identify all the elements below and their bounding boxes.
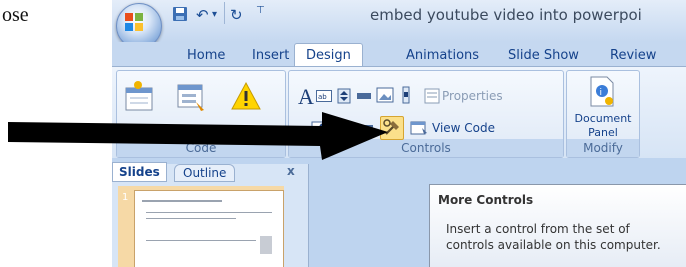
spin-button-icon[interactable] bbox=[336, 88, 352, 104]
tab-review[interactable]: Review bbox=[610, 48, 656, 63]
thumb-text-line bbox=[146, 212, 272, 213]
undo-dropdown-icon[interactable]: ▾ bbox=[212, 9, 217, 20]
save-icon[interactable] bbox=[172, 6, 188, 22]
tab-home[interactable]: Home bbox=[187, 48, 225, 63]
command-button-icon[interactable] bbox=[356, 88, 372, 104]
slide-number: 1 bbox=[122, 192, 129, 203]
window-title: embed youtube video into powerpoi bbox=[370, 6, 642, 24]
properties-icon[interactable] bbox=[424, 88, 440, 104]
undo-icon[interactable]: ↶ bbox=[196, 6, 209, 24]
document-text-fragment: ose bbox=[2, 4, 29, 26]
image-control-icon[interactable] bbox=[376, 86, 394, 104]
thumb-text-line bbox=[142, 200, 222, 202]
repeat-icon[interactable]: ↻ bbox=[230, 6, 243, 24]
properties-label[interactable]: Properties bbox=[442, 89, 503, 103]
tooltip-title: More Controls bbox=[438, 193, 534, 207]
document-panel-label-2[interactable]: Panel bbox=[572, 126, 634, 139]
document-panel-icon[interactable]: i bbox=[588, 76, 616, 108]
document-panel-label-1[interactable]: Document bbox=[572, 112, 634, 125]
tab-insert[interactable]: Insert bbox=[252, 48, 289, 63]
customize-toolbar-icon[interactable]: ⊤ bbox=[256, 5, 265, 16]
svg-text:i: i bbox=[600, 88, 603, 98]
tab-animations[interactable]: Animations bbox=[406, 48, 479, 63]
pointer-arrow-icon bbox=[8, 112, 388, 160]
office-logo-icon bbox=[125, 13, 143, 31]
thumb-image bbox=[260, 236, 272, 254]
thumb-text-line bbox=[146, 240, 256, 241]
tooltip-body: Insert a control from the set of control… bbox=[446, 222, 661, 252]
more-controls-tooltip: More Controls Insert a control from the … bbox=[429, 184, 686, 267]
textbox-control-icon[interactable]: ab bbox=[316, 88, 332, 104]
scroll-bar-icon[interactable] bbox=[398, 86, 414, 104]
label-control-icon[interactable]: A bbox=[298, 84, 314, 110]
thumb-text-line bbox=[146, 218, 236, 219]
svg-text:ab: ab bbox=[318, 93, 327, 101]
tab-slide-show[interactable]: Slide Show bbox=[508, 48, 579, 63]
qa-separator bbox=[224, 2, 225, 24]
group-modify-label: Modify bbox=[567, 139, 639, 157]
